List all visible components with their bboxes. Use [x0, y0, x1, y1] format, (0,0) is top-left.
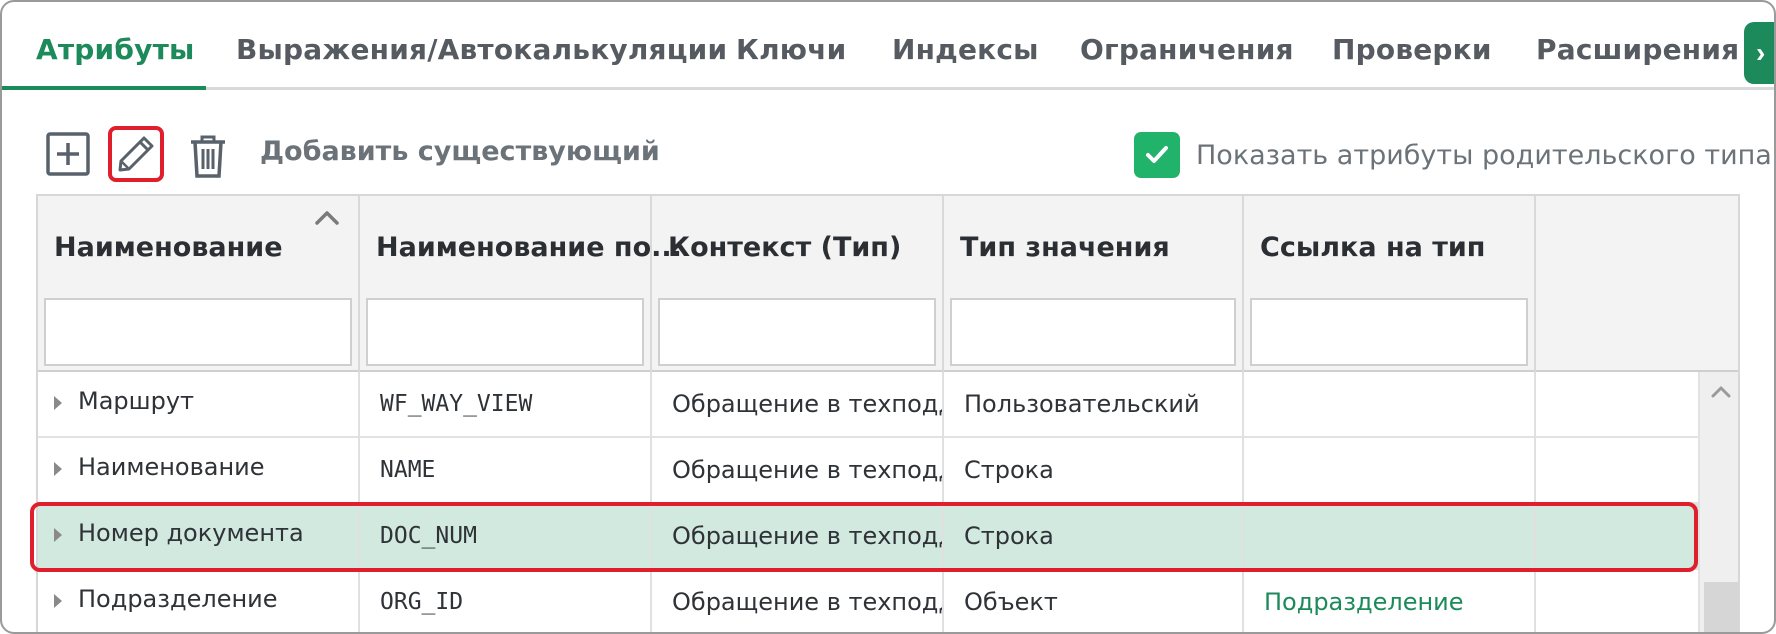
cell-ref-type[interactable]: [1244, 372, 1536, 438]
scroll-up-button[interactable]: [1700, 372, 1738, 412]
cell-code: NAME: [360, 438, 652, 504]
table-row[interactable]: Маршрут WF_WAY_VIEW Обращение в техподде…: [38, 372, 1698, 438]
add-existing-button[interactable]: Добавить существующий: [260, 136, 660, 167]
filter-input-context[interactable]: [658, 298, 936, 366]
delete-attribute-button[interactable]: [186, 132, 230, 180]
tab-extensions[interactable]: Расширения: [1536, 2, 1739, 90]
tab-attributes[interactable]: Атрибуты: [36, 2, 195, 90]
scrollbar-thumb[interactable]: [1704, 582, 1738, 632]
cell-context: Обращение в техподдерж: [652, 372, 944, 438]
column-header-name[interactable]: Наименование: [38, 196, 360, 372]
column-header-value-type[interactable]: Тип значения: [944, 196, 1244, 372]
table-row[interactable]: Наименование NAME Обращение в техподдерж…: [38, 438, 1698, 504]
vertical-scrollbar[interactable]: [1698, 372, 1738, 632]
column-title: Наименование по...: [376, 232, 682, 263]
expand-arrow-icon[interactable]: [54, 396, 62, 410]
add-attribute-button[interactable]: [46, 132, 90, 176]
column-title: Ссылка на тип: [1260, 232, 1486, 263]
filter-input-code[interactable]: [366, 298, 644, 366]
column-title: Контекст (Тип): [668, 232, 902, 263]
expand-arrow-icon[interactable]: [54, 462, 62, 476]
cell-value-type: Строка: [944, 438, 1244, 504]
checkmark-icon: [1146, 146, 1168, 163]
chevron-up-icon: [1711, 386, 1731, 398]
cell-ref-type[interactable]: [1244, 438, 1536, 504]
attributes-panel: Атрибуты Выражения/Автокалькуляции Ключи…: [0, 0, 1776, 634]
sort-ascending-icon[interactable]: [314, 210, 340, 226]
tab-checks[interactable]: Проверки: [1332, 2, 1492, 90]
cell-name: Подразделение: [78, 585, 278, 613]
column-title: Наименование: [54, 232, 283, 263]
column-title: Тип значения: [960, 232, 1170, 263]
tabs-scroll-right-button[interactable]: ›: [1744, 22, 1774, 84]
show-parent-attributes-toggle[interactable]: Показать атрибуты родительского типа: [1134, 132, 1772, 178]
plus-square-icon: [46, 132, 90, 176]
cell-value-type: Пользовательский: [944, 372, 1244, 438]
filter-input-ref-type[interactable]: [1250, 298, 1528, 366]
header-spacer: [1698, 196, 1738, 372]
tab-expressions[interactable]: Выражения/Автокалькуляции: [236, 2, 727, 90]
cell-code: ORG_ID: [360, 570, 652, 632]
trash-icon: [191, 135, 225, 178]
grid-header: Наименование Наименование по... Контекст…: [38, 196, 1698, 372]
cell-context: Обращение в техподдерж: [652, 570, 944, 632]
table-row[interactable]: Подразделение ORG_ID Обращение в техподд…: [38, 570, 1698, 632]
column-header-ref-type[interactable]: Ссылка на тип: [1244, 196, 1536, 372]
cell-name: Маршрут: [78, 387, 195, 415]
cell-value-type: Объект: [944, 570, 1244, 632]
active-tab-indicator: [2, 86, 206, 90]
edit-attribute-button[interactable]: [108, 126, 164, 182]
filter-input-value-type[interactable]: [950, 298, 1236, 366]
cell-code: WF_WAY_VIEW: [360, 372, 652, 438]
cell-context: Обращение в техподдерж: [652, 438, 944, 504]
pencil-icon: [118, 136, 154, 172]
tab-keys[interactable]: Ключи: [736, 2, 846, 90]
column-header-code[interactable]: Наименование по...: [360, 196, 682, 372]
show-parent-label: Показать атрибуты родительского типа: [1196, 139, 1772, 171]
tab-bar: Атрибуты Выражения/Автокалькуляции Ключи…: [2, 2, 1774, 90]
filter-input-name[interactable]: [44, 298, 352, 366]
chevron-right-icon: ›: [1756, 37, 1766, 68]
cell-name: Наименование: [78, 453, 265, 481]
expand-arrow-icon[interactable]: [54, 594, 62, 608]
tab-constraints[interactable]: Ограничения: [1080, 2, 1294, 90]
selected-row-highlight: [30, 502, 1698, 572]
cell-ref-type[interactable]: Подразделение: [1244, 570, 1536, 632]
show-parent-checkbox[interactable]: [1134, 132, 1180, 178]
tab-indexes[interactable]: Индексы: [892, 2, 1039, 90]
column-header-context[interactable]: Контекст (Тип): [652, 196, 944, 372]
